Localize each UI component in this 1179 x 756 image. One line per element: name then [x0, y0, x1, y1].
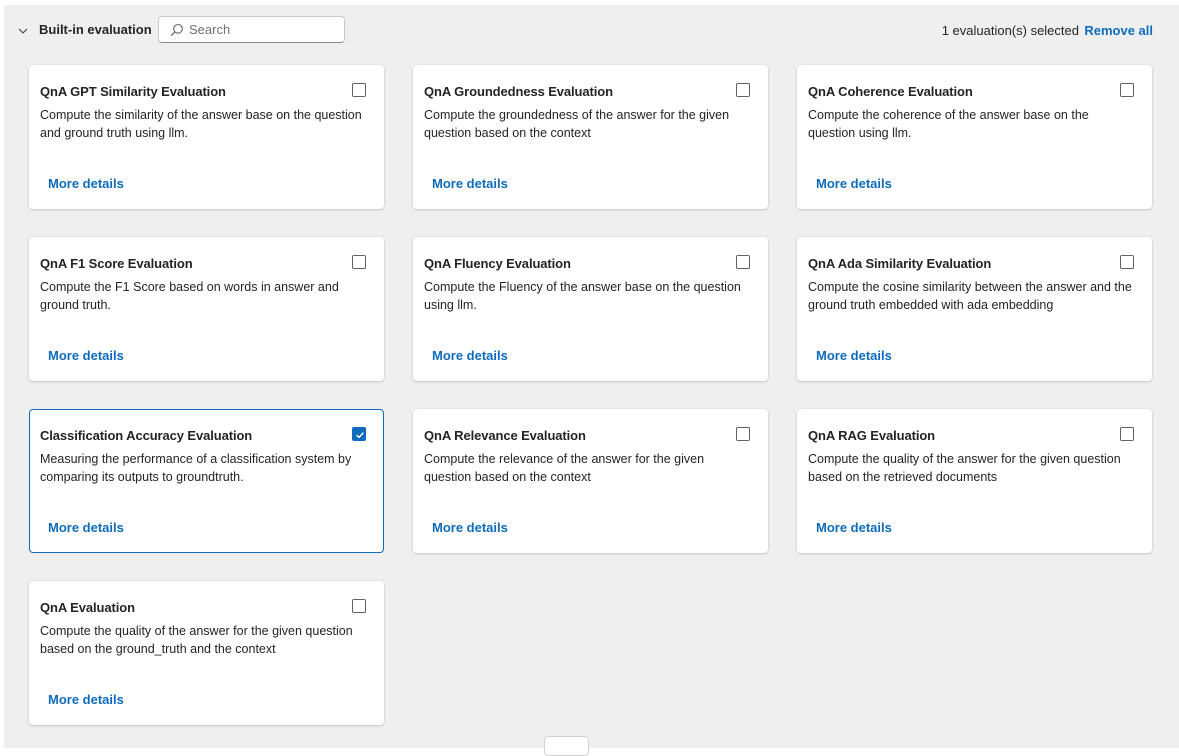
select-checkbox[interactable]	[352, 599, 366, 613]
card-description: Measuring the performance of a classific…	[40, 452, 352, 484]
card-description: Compute the groundedness of the answer f…	[424, 108, 730, 140]
evaluation-card[interactable]: QnA F1 Score Evaluation Compute the F1 S…	[29, 237, 384, 381]
card-title: QnA RAG Evaluation	[808, 428, 936, 443]
more-details-link[interactable]: More details	[48, 348, 124, 364]
select-checkbox[interactable]	[352, 255, 366, 269]
chevron-down-icon[interactable]	[17, 24, 29, 36]
card-title: QnA GPT Similarity Evaluation	[40, 84, 226, 99]
evaluation-card[interactable]: QnA Relevance Evaluation Compute the rel…	[413, 409, 768, 553]
card-title: QnA Groundedness Evaluation	[424, 84, 613, 99]
search-icon	[170, 23, 184, 37]
more-details-link[interactable]: More details	[816, 176, 892, 192]
select-checkbox[interactable]	[736, 83, 750, 97]
more-details-link[interactable]: More details	[432, 348, 508, 364]
more-details-link[interactable]: More details	[816, 520, 892, 536]
evaluation-card[interactable]: QnA Coherence Evaluation Compute the coh…	[797, 65, 1152, 209]
bottom-button[interactable]	[544, 736, 589, 756]
select-checkbox[interactable]	[1120, 255, 1134, 269]
more-details-link[interactable]: More details	[432, 176, 508, 192]
select-checkbox[interactable]	[736, 255, 750, 269]
section-header: Built-in evaluation 1 evaluation(s) sele…	[4, 5, 1179, 55]
select-checkbox[interactable]	[352, 83, 366, 97]
card-description: Compute the coherence of the answer base…	[808, 108, 1089, 140]
built-in-evaluation-panel: Built-in evaluation 1 evaluation(s) sele…	[4, 5, 1179, 748]
evaluation-card[interactable]: QnA GPT Similarity Evaluation Compute th…	[29, 65, 384, 209]
evaluation-card[interactable]: Classification Accuracy Evaluation Measu…	[29, 409, 384, 553]
card-title: QnA F1 Score Evaluation	[40, 256, 193, 271]
card-title: QnA Fluency Evaluation	[424, 256, 571, 271]
more-details-link[interactable]: More details	[816, 348, 892, 364]
more-details-link[interactable]: More details	[432, 520, 508, 536]
card-description: Compute the quality of the answer for th…	[808, 452, 1121, 484]
selected-count: 1 evaluation(s) selected	[941, 23, 1079, 38]
card-description: Compute the cosine similarity between th…	[808, 280, 1132, 312]
card-description: Compute the quality of the answer for th…	[40, 624, 353, 656]
card-title: QnA Ada Similarity Evaluation	[808, 256, 992, 271]
card-title: QnA Relevance Evaluation	[424, 428, 586, 443]
search-input[interactable]	[189, 20, 339, 39]
select-checkbox[interactable]	[736, 427, 750, 441]
evaluation-card[interactable]: QnA Groundedness Evaluation Compute the …	[413, 65, 768, 209]
card-description: Compute the F1 Score based on words in a…	[40, 280, 339, 312]
card-title: QnA Evaluation	[40, 600, 135, 615]
evaluation-card[interactable]: QnA Fluency Evaluation Compute the Fluen…	[413, 237, 768, 381]
more-details-link[interactable]: More details	[48, 520, 124, 536]
card-title: QnA Coherence Evaluation	[808, 84, 973, 99]
card-description: Compute the Fluency of the answer base o…	[424, 280, 741, 312]
evaluation-card-grid: QnA GPT Similarity Evaluation Compute th…	[29, 65, 1152, 725]
select-checkbox-checked[interactable]	[352, 427, 366, 441]
evaluation-card[interactable]: QnA Evaluation Compute the quality of th…	[29, 581, 384, 725]
card-description: Compute the relevance of the answer for …	[424, 452, 705, 484]
card-description: Compute the similarity of the answer bas…	[40, 108, 362, 140]
more-details-link[interactable]: More details	[48, 692, 124, 708]
select-checkbox[interactable]	[1120, 83, 1134, 97]
search-box[interactable]	[158, 16, 345, 43]
section-title[interactable]: Built-in evaluation	[39, 22, 152, 38]
evaluation-card[interactable]: QnA Ada Similarity Evaluation Compute th…	[797, 237, 1152, 381]
remove-all-link[interactable]: Remove all	[1084, 23, 1153, 39]
card-title: Classification Accuracy Evaluation	[40, 428, 253, 443]
select-checkbox[interactable]	[1120, 427, 1134, 441]
more-details-link[interactable]: More details	[48, 176, 124, 192]
checkmark-icon	[356, 432, 364, 439]
evaluation-card[interactable]: QnA RAG Evaluation Compute the quality o…	[797, 409, 1152, 553]
